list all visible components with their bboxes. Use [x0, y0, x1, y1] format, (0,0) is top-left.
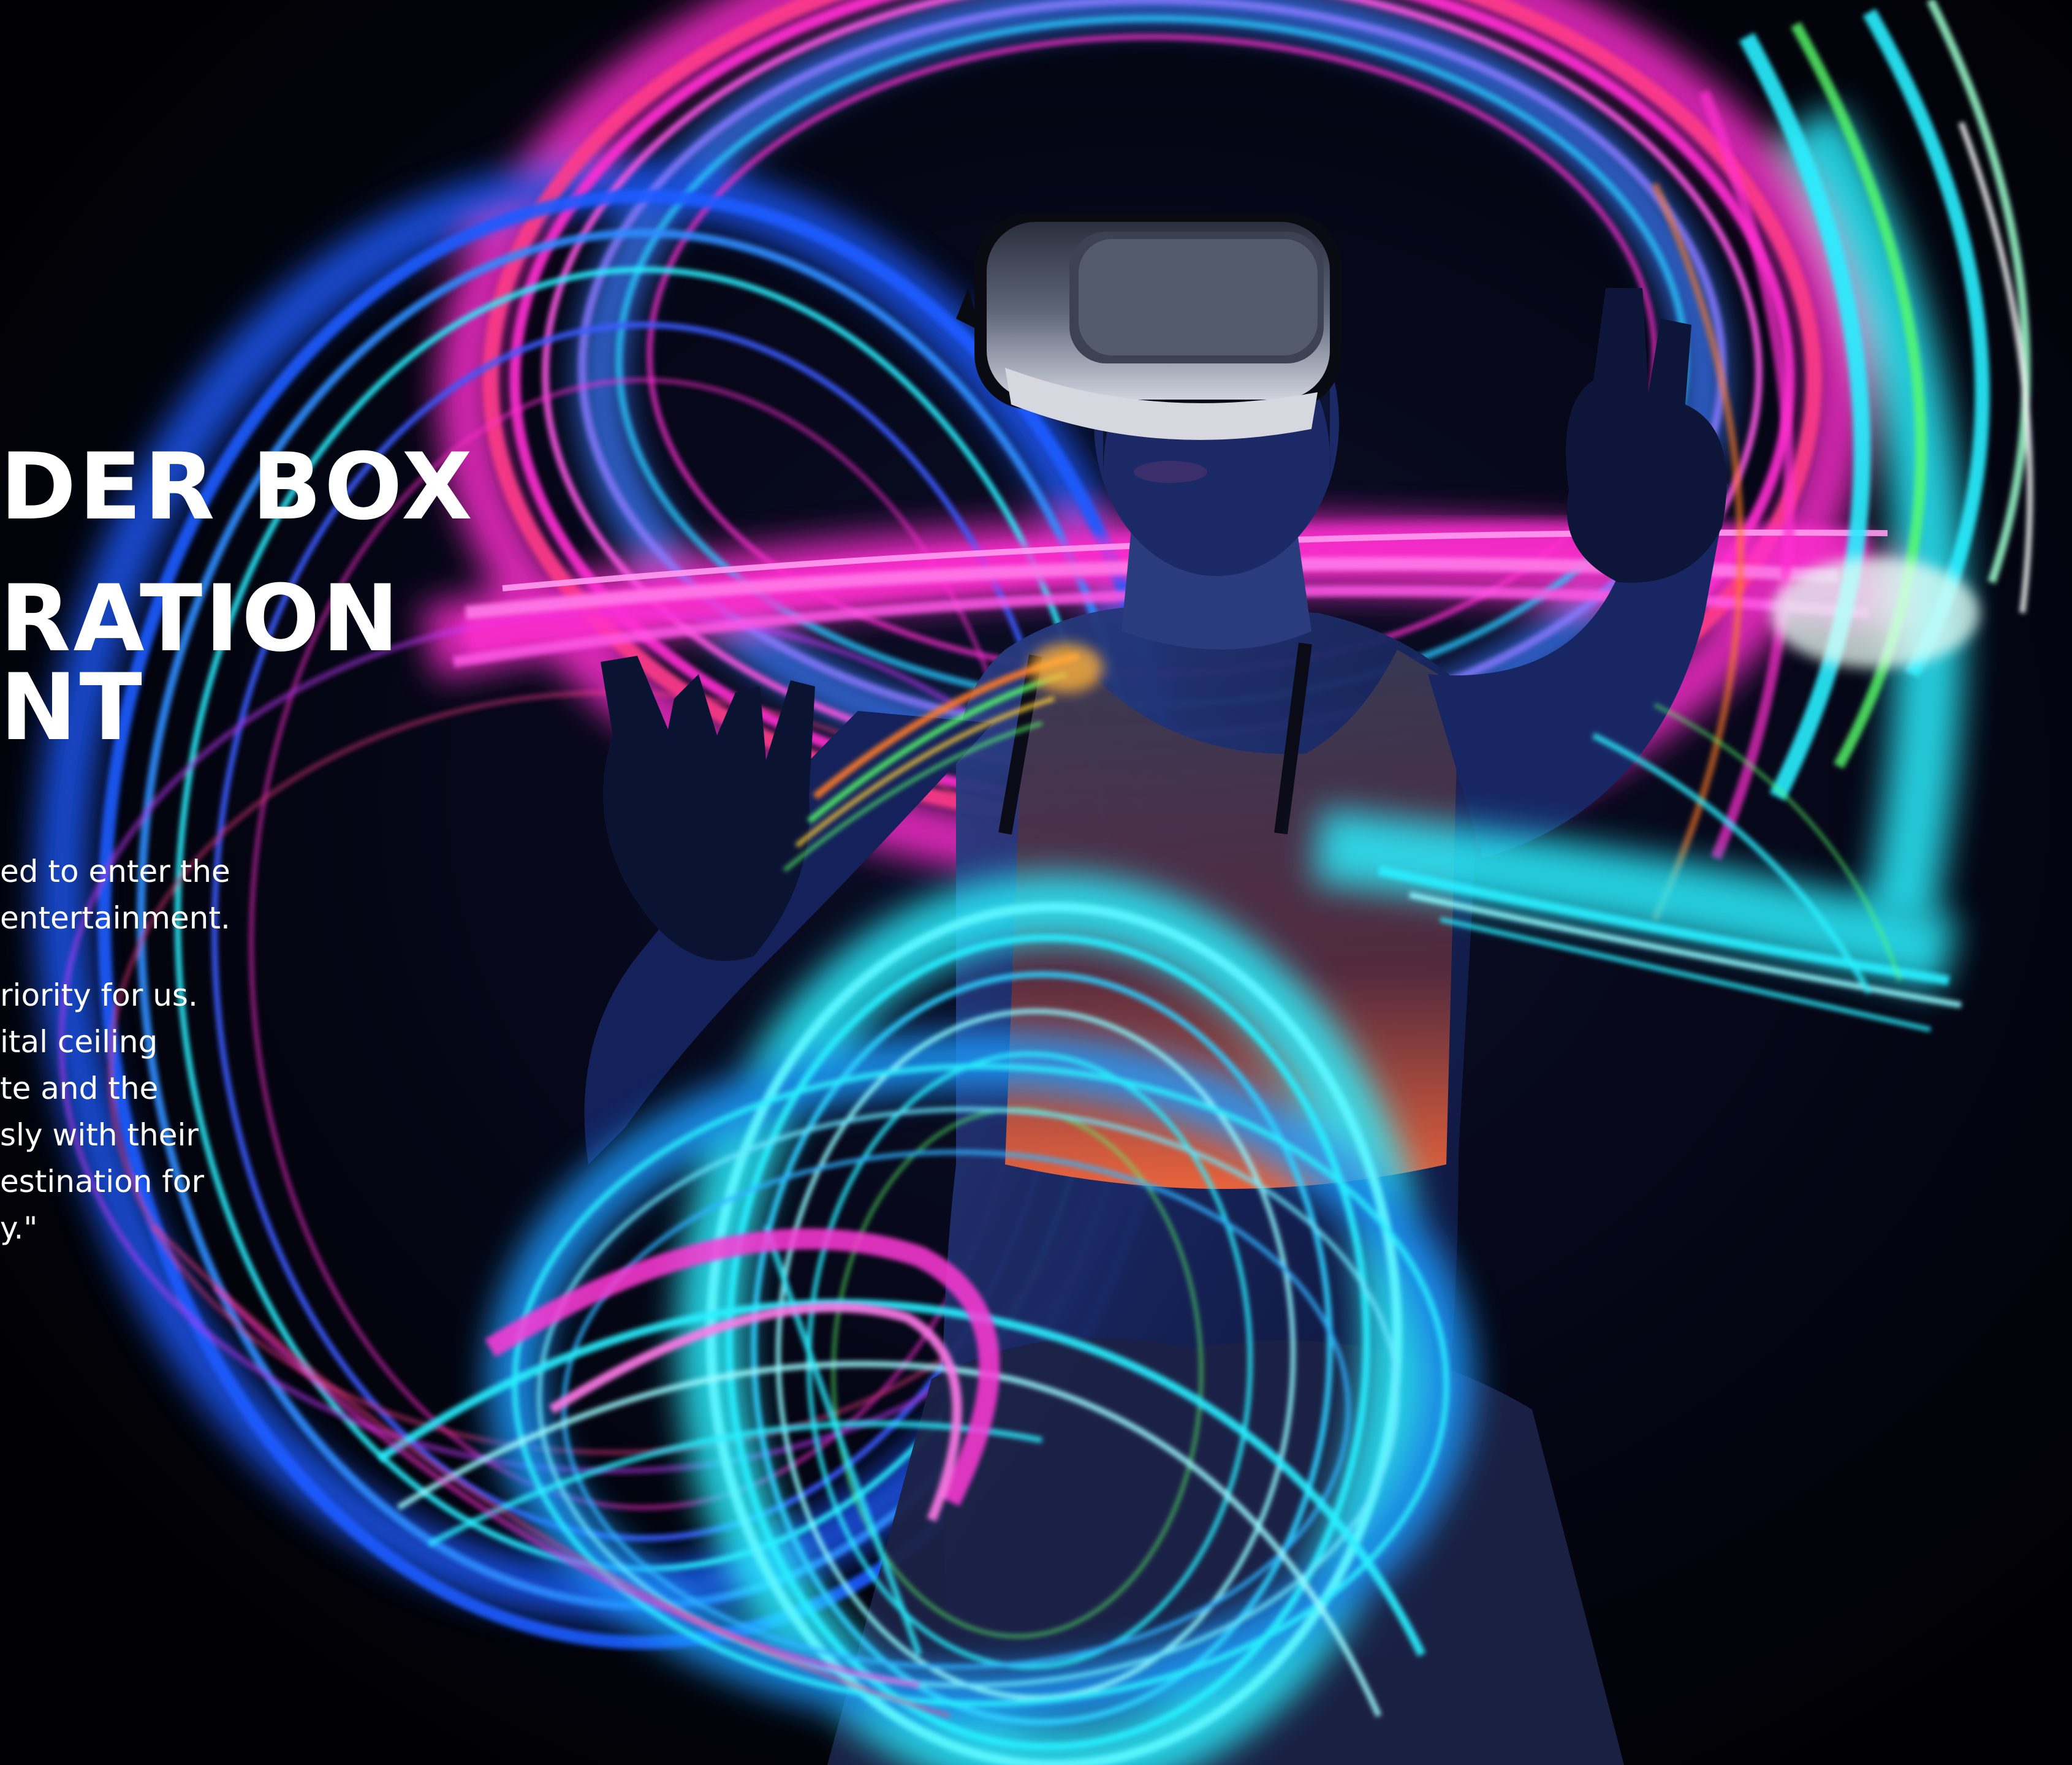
- body-paragraph-2-line-3: te and the: [0, 1071, 159, 1106]
- body-paragraph-2-line-4: sly with their: [0, 1117, 199, 1153]
- headline-line-2: RATION: [0, 566, 402, 672]
- vr-light-painting-photo: [0, 0, 2072, 1765]
- page-canvas: DER BOX RATION NT ed to enter the entert…: [0, 0, 2072, 1765]
- headline-line-3: NT: [0, 655, 145, 761]
- vr-headset-icon: [956, 213, 1342, 440]
- body-paragraph-1-line-1: ed to enter the: [0, 854, 230, 889]
- body-paragraph-2-line-6: y.": [0, 1210, 38, 1246]
- body-paragraph-2-line-1: riority for us.: [0, 977, 198, 1013]
- body-paragraph-2-line-5: estination for: [0, 1164, 205, 1199]
- headline-line-1: DER BOX: [0, 434, 475, 541]
- body-paragraph-1-line-2: entertainment.: [0, 900, 230, 936]
- body-paragraph-2-line-2: ital ceiling: [0, 1024, 158, 1060]
